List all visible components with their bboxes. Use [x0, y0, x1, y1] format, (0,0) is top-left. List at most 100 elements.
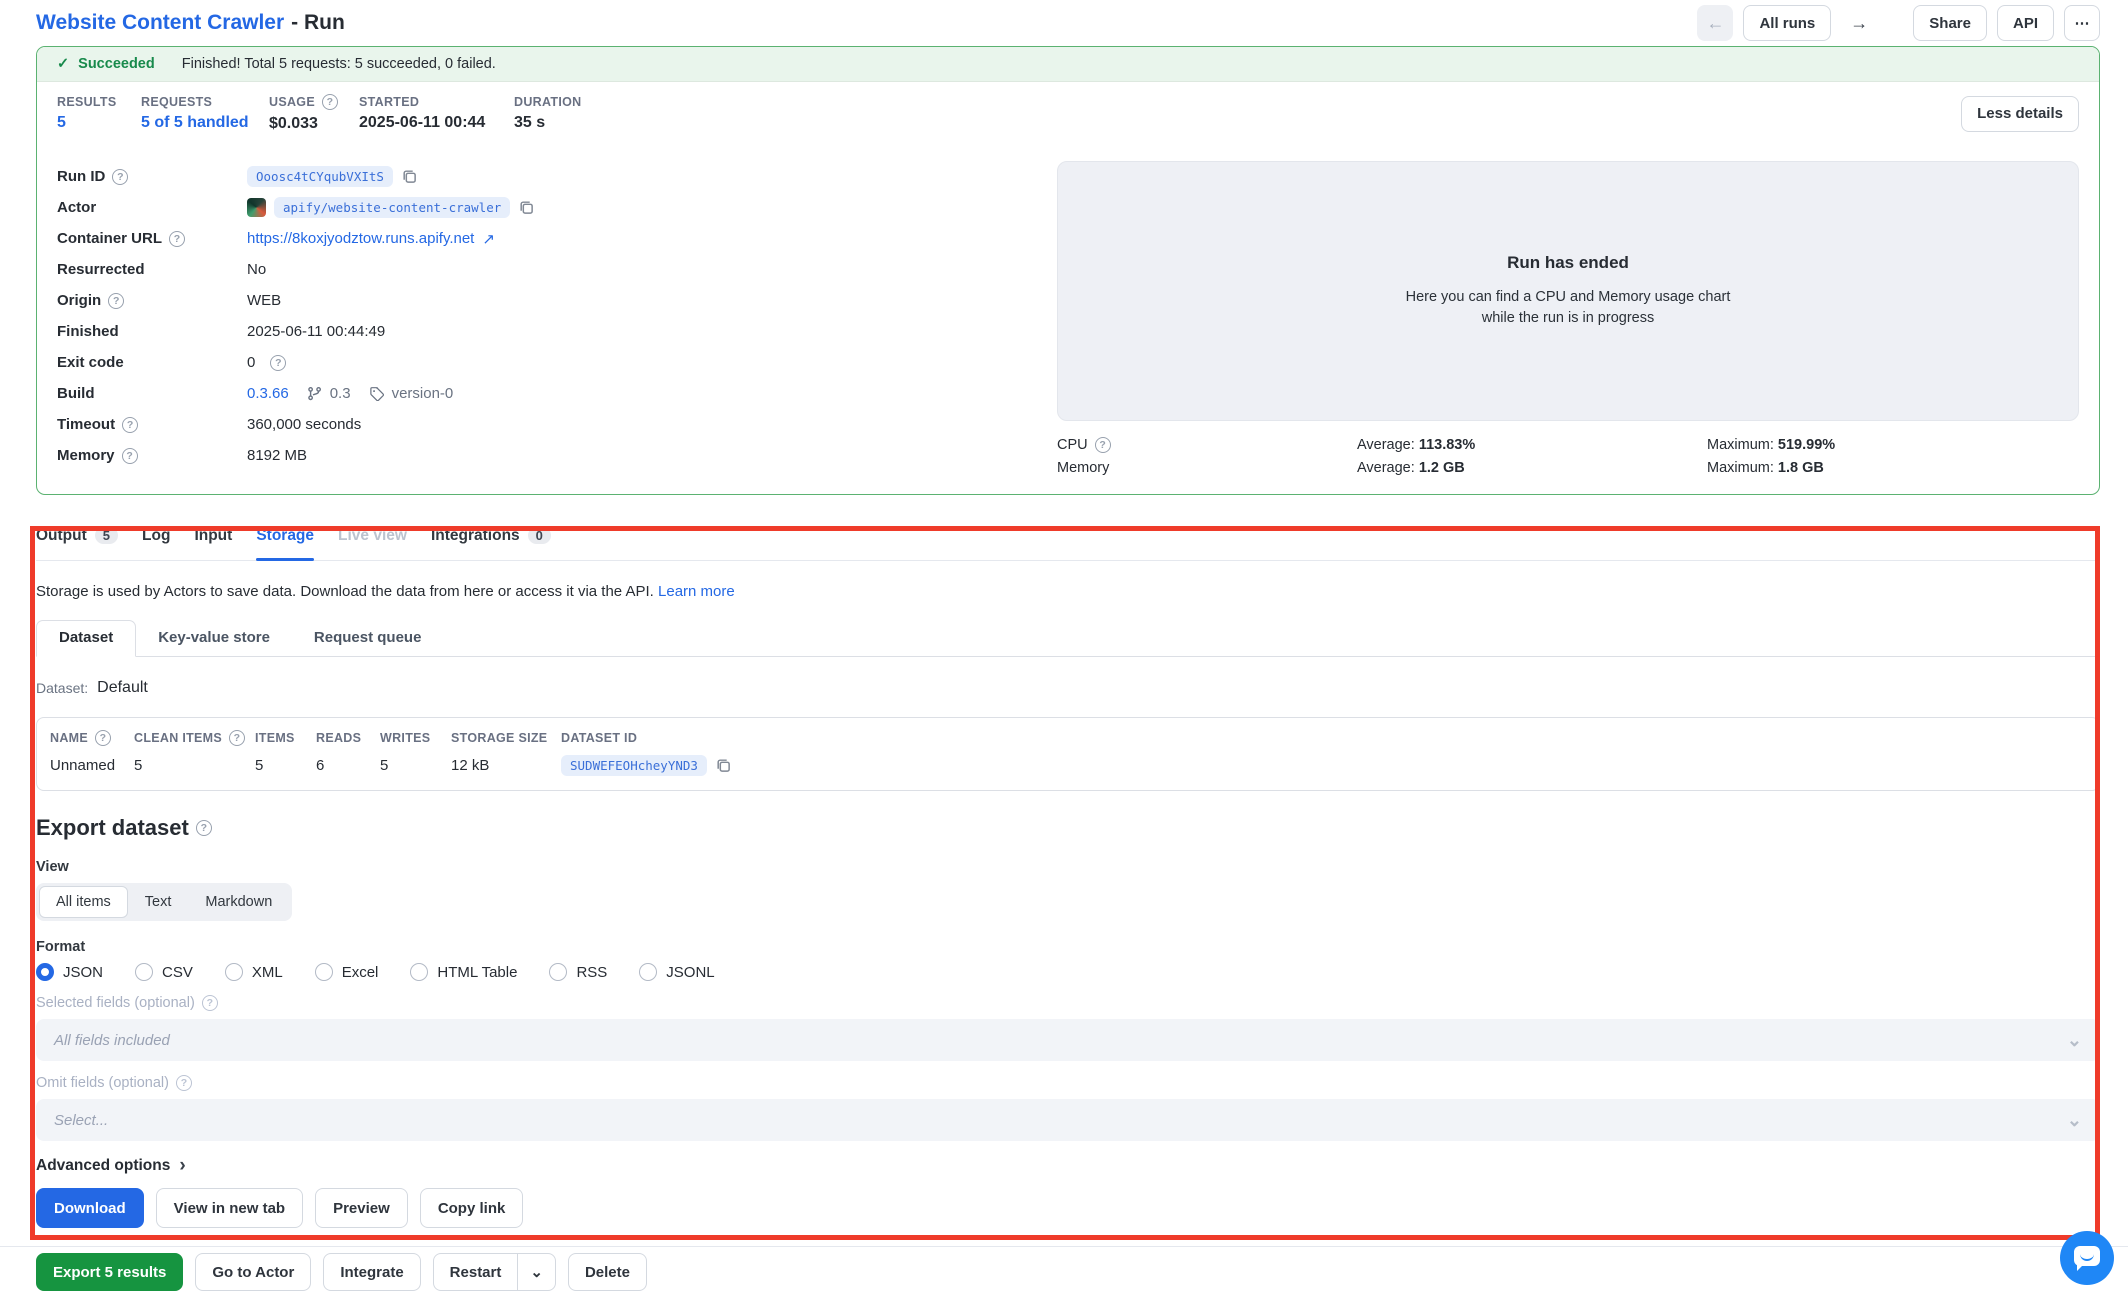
- learn-more-link[interactable]: Learn more: [658, 583, 735, 600]
- build-version-link[interactable]: 0.3.66: [247, 385, 289, 402]
- format-radio-group: JSON CSV XML Excel HTML Table RSS JSONL: [36, 963, 2100, 981]
- format-rss[interactable]: RSS: [549, 963, 607, 981]
- forward-arrow-icon[interactable]: →: [1841, 5, 1877, 41]
- detail-row-finished: Finished 2025-06-11 00:44:49: [57, 316, 1057, 347]
- subtab-dataset[interactable]: Dataset: [36, 620, 136, 657]
- omit-fields-select[interactable]: Select... ⌄: [36, 1099, 2100, 1141]
- preview-button[interactable]: Preview: [315, 1188, 408, 1228]
- export-results-button[interactable]: Export 5 results: [36, 1253, 183, 1291]
- tab-live-view: Live view: [338, 511, 407, 560]
- restart-dropdown-button[interactable]: ⌄: [517, 1253, 556, 1291]
- dataset-id-chip[interactable]: SUDWEFEOHcheyYND3: [561, 755, 707, 776]
- output-count-badge: 5: [95, 527, 118, 544]
- page-title: Website Content Crawler - Run: [36, 11, 345, 35]
- selected-fields-label: Selected fields (optional)?: [36, 995, 2100, 1011]
- help-icon[interactable]: ?: [95, 730, 111, 746]
- view-segmented-control: All items Text Markdown: [36, 883, 292, 921]
- chevron-down-icon: ⌄: [2067, 1030, 2082, 1051]
- status-label: Succeeded: [78, 56, 155, 72]
- subtab-key-value-store[interactable]: Key-value store: [136, 621, 292, 656]
- help-icon[interactable]: ?: [122, 448, 138, 464]
- radio-icon: [225, 963, 243, 981]
- go-to-actor-button[interactable]: Go to Actor: [195, 1253, 311, 1291]
- integrate-button[interactable]: Integrate: [323, 1253, 420, 1291]
- help-icon[interactable]: ?: [1095, 437, 1111, 453]
- help-icon[interactable]: ?: [169, 231, 185, 247]
- view-option-markdown[interactable]: Markdown: [188, 886, 289, 918]
- tag-icon: [369, 386, 384, 401]
- radio-icon: [135, 963, 153, 981]
- footer-action-bar: Export 5 results Go to Actor Integrate R…: [0, 1246, 2128, 1297]
- view-in-new-tab-button[interactable]: View in new tab: [156, 1188, 303, 1228]
- results-link[interactable]: 5: [57, 114, 141, 132]
- stat-usage: USAGE? $0.033: [269, 94, 359, 133]
- help-icon[interactable]: ?: [270, 355, 286, 371]
- help-icon[interactable]: ?: [229, 730, 245, 746]
- actor-title-link[interactable]: Website Content Crawler: [36, 11, 284, 35]
- copy-link-button[interactable]: Copy link: [420, 1188, 524, 1228]
- chat-widget-button[interactable]: [2060, 1231, 2114, 1285]
- container-url-link[interactable]: https://8koxjyodztow.runs.apify.net: [247, 230, 474, 247]
- view-option-text[interactable]: Text: [128, 886, 189, 918]
- stat-started: STARTED 2025-06-11 00:44: [359, 95, 514, 132]
- tab-integrations[interactable]: Integrations0: [431, 511, 551, 560]
- table-header-row: NAME? CLEAN ITEMS? ITEMS READS WRITES ST…: [50, 730, 2085, 746]
- detail-row-build: Build 0.3.66 0.3 version-0: [57, 378, 1057, 409]
- run-tabs: Output5 Log Input Storage Live view Inte…: [36, 511, 2100, 561]
- api-button[interactable]: API: [1997, 5, 2054, 41]
- help-icon[interactable]: ?: [196, 820, 212, 836]
- branch-icon: [307, 386, 322, 401]
- cpu-label: CPU?: [1057, 437, 1357, 453]
- help-icon[interactable]: ?: [322, 94, 338, 110]
- radio-icon: [36, 963, 54, 981]
- radio-icon: [315, 963, 333, 981]
- restart-button[interactable]: Restart: [433, 1253, 519, 1291]
- format-json[interactable]: JSON: [36, 963, 103, 981]
- format-excel[interactable]: Excel: [315, 963, 379, 981]
- tab-output[interactable]: Output5: [36, 511, 118, 560]
- view-option-all-items[interactable]: All items: [39, 886, 128, 918]
- subtab-request-queue[interactable]: Request queue: [292, 621, 444, 656]
- help-icon[interactable]: ?: [108, 293, 124, 309]
- copy-icon[interactable]: [518, 199, 535, 216]
- status-message: Finished! Total 5 requests: 5 succeeded,…: [182, 56, 496, 72]
- run-details-list: Run ID? Ooosc4tCYqubVXItS Actor apify/we…: [57, 161, 1057, 476]
- detail-row-actor: Actor apify/website-content-crawler: [57, 192, 1057, 223]
- download-button[interactable]: Download: [36, 1188, 144, 1228]
- share-button[interactable]: Share: [1913, 5, 1987, 41]
- detail-row-resurrected: Resurrected No: [57, 254, 1057, 285]
- selected-fields-select[interactable]: All fields included ⌄: [36, 1019, 2100, 1061]
- actor-chip[interactable]: apify/website-content-crawler: [274, 197, 510, 218]
- help-icon[interactable]: ?: [112, 169, 128, 185]
- tab-storage[interactable]: Storage: [256, 511, 314, 560]
- run-id-chip[interactable]: Ooosc4tCYqubVXItS: [247, 166, 393, 187]
- all-runs-button[interactable]: All runs: [1743, 5, 1831, 41]
- view-label: View: [36, 859, 2100, 875]
- tab-log[interactable]: Log: [142, 511, 170, 560]
- storage-description: Storage is used by Actors to save data. …: [36, 583, 2100, 600]
- copy-icon[interactable]: [401, 168, 418, 185]
- copy-icon[interactable]: [715, 757, 732, 774]
- advanced-options-toggle[interactable]: Advanced options ›: [36, 1155, 2100, 1177]
- format-csv[interactable]: CSV: [135, 963, 193, 981]
- requests-link[interactable]: 5 of 5 handled: [141, 114, 269, 132]
- top-bar-actions: ← All runs → Share API ⋯: [1697, 5, 2100, 41]
- dataset-selector: Dataset: Default: [36, 679, 2100, 697]
- export-dataset-title: Export dataset?: [36, 815, 2100, 841]
- less-details-button[interactable]: Less details: [1961, 96, 2079, 132]
- format-html-table[interactable]: HTML Table: [410, 963, 517, 981]
- format-xml[interactable]: XML: [225, 963, 283, 981]
- check-icon: ✓: [57, 56, 69, 72]
- more-options-button[interactable]: ⋯: [2064, 5, 2100, 41]
- delete-button[interactable]: Delete: [568, 1253, 647, 1291]
- run-summary-card: ✓ Succeeded Finished! Total 5 requests: …: [36, 46, 2100, 495]
- help-icon[interactable]: ?: [122, 417, 138, 433]
- tab-input[interactable]: Input: [194, 511, 232, 560]
- omit-fields-label: Omit fields (optional)?: [36, 1075, 2100, 1091]
- format-jsonl[interactable]: JSONL: [639, 963, 714, 981]
- stat-duration: DURATION 35 s: [514, 95, 581, 132]
- actor-avatar-icon: [247, 198, 266, 217]
- stats-row: RESULTS 5 REQUESTS 5 of 5 handled USAGE?…: [37, 82, 2099, 145]
- run-details: Run ID? Ooosc4tCYqubVXItS Actor apify/we…: [37, 145, 2099, 494]
- usage-stats: CPU? Average: 113.83% Maximum: 519.99% M…: [1057, 437, 2079, 476]
